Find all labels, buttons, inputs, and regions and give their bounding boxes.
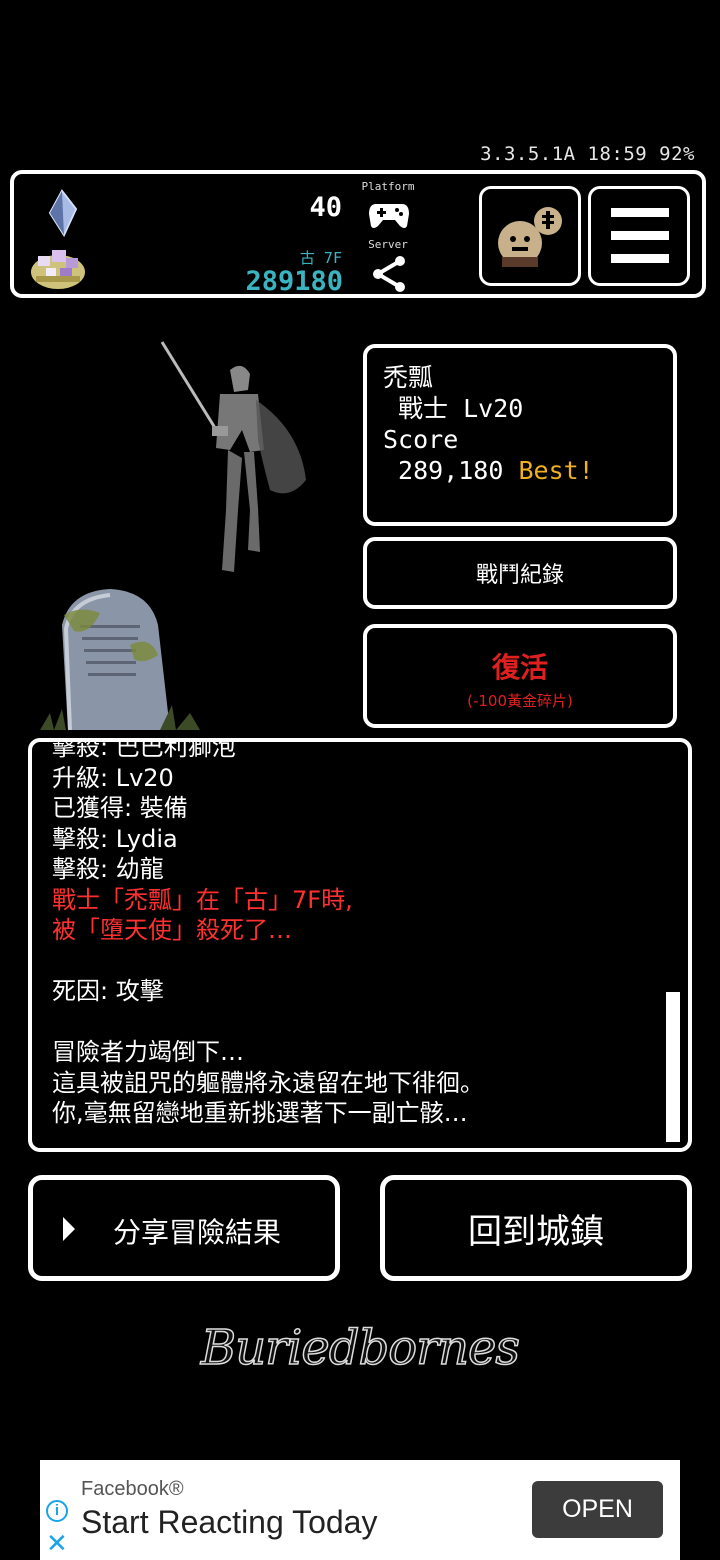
log-line: 被「墮天使」殺死了… — [52, 916, 292, 944]
return-town-button[interactable]: 回到城鎮 — [380, 1175, 692, 1281]
log-line: 你,毫無留戀地重新挑選著下一副亡骸… — [52, 1099, 468, 1127]
knight-character-sprite — [150, 340, 320, 580]
ad-info-icon[interactable]: i — [46, 1500, 68, 1522]
top-bar: 40 古 7F 289180 Platform Server — [10, 170, 706, 298]
revive-button[interactable]: 復活 (-100黃金碎片) — [363, 624, 677, 728]
gravestone-sprite — [40, 585, 220, 735]
log-line: 擊殺: 幼龍 — [52, 855, 164, 883]
ad-headline[interactable]: Start Reacting Today — [81, 1504, 377, 1541]
battle-record-button[interactable]: 戰鬥紀錄 — [363, 537, 677, 609]
menu-button[interactable] — [588, 186, 690, 286]
log-line: 戰士「禿瓢」在「古」7F時, — [52, 885, 353, 914]
log-line: 擊殺: Lydia — [52, 824, 178, 853]
crystal-icon — [42, 189, 82, 238]
battle-log-lines: 擊殺: 巴巴利獅泡 升級: Lv20 已獲得: 裝備 擊殺: Lydia 擊殺: 幼龍戰… — [52, 738, 652, 1129]
battle-log-panel[interactable]: 擊殺: 巴巴利獅泡 升級: Lv20 已獲得: 裝備 擊殺: Lydia 擊殺: 幼龍戰… — [28, 738, 692, 1152]
character-class-level: 戰士 Lv20 — [383, 394, 524, 423]
game-logo: Buriedbornes — [200, 1319, 521, 1377]
share-icon[interactable] — [372, 256, 406, 292]
character-name: 禿瓢 — [383, 363, 434, 392]
score-label: Score — [383, 425, 459, 454]
return-town-label: 回到城鎮 — [468, 1211, 604, 1252]
floor-label: 古 7F — [299, 249, 342, 267]
gold-ore-icon — [28, 242, 88, 292]
share-result-button[interactable]: 分享冒險結果 — [28, 1175, 340, 1281]
log-scrollbar[interactable] — [666, 992, 680, 1142]
revive-label: 復活 — [491, 651, 548, 684]
chat-face-icon — [498, 207, 562, 267]
score-value: 289,180 — [383, 456, 519, 485]
play-icon — [63, 1217, 75, 1241]
gamepad-icon[interactable] — [368, 200, 410, 230]
ad-sponsor: Facebook® — [81, 1478, 184, 1500]
platform-label: Platform — [361, 180, 415, 193]
log-line: 死因: 攻擊 — [52, 977, 164, 1005]
log-line: 這具被詛咒的軀體將永遠留在地下徘徊。 — [52, 1068, 484, 1097]
share-result-label: 分享冒險結果 — [113, 1216, 282, 1249]
server-label: Server — [368, 238, 408, 251]
battle-record-label: 戰鬥紀錄 — [475, 563, 564, 588]
log-line: 已獲得: 裝備 — [52, 794, 188, 822]
character-info-panel: 禿瓢 戰士 Lv20 Score 289,180 Best! — [363, 344, 677, 526]
menu-icon — [611, 208, 669, 263]
chat-button[interactable] — [479, 186, 581, 286]
status-line: 3.3.5.1A 18:59 92% — [480, 143, 695, 165]
revive-cost: (-100黃金碎片) — [467, 692, 573, 710]
log-line: 冒險者力竭倒下… — [52, 1038, 244, 1066]
best-badge: Best! — [518, 456, 594, 485]
log-line: 升級: Lv20 — [52, 763, 174, 792]
ad-open-button[interactable]: OPEN — [532, 1481, 663, 1538]
ad-banner[interactable]: i ✕ Facebook® Start Reacting Today OPEN — [40, 1460, 680, 1560]
ad-close-icon[interactable]: ✕ — [46, 1530, 68, 1556]
gem-count: 40 — [309, 192, 342, 223]
log-line: 擊殺: 巴巴利獅泡 — [52, 738, 236, 761]
gold-count: 289180 — [245, 266, 343, 297]
